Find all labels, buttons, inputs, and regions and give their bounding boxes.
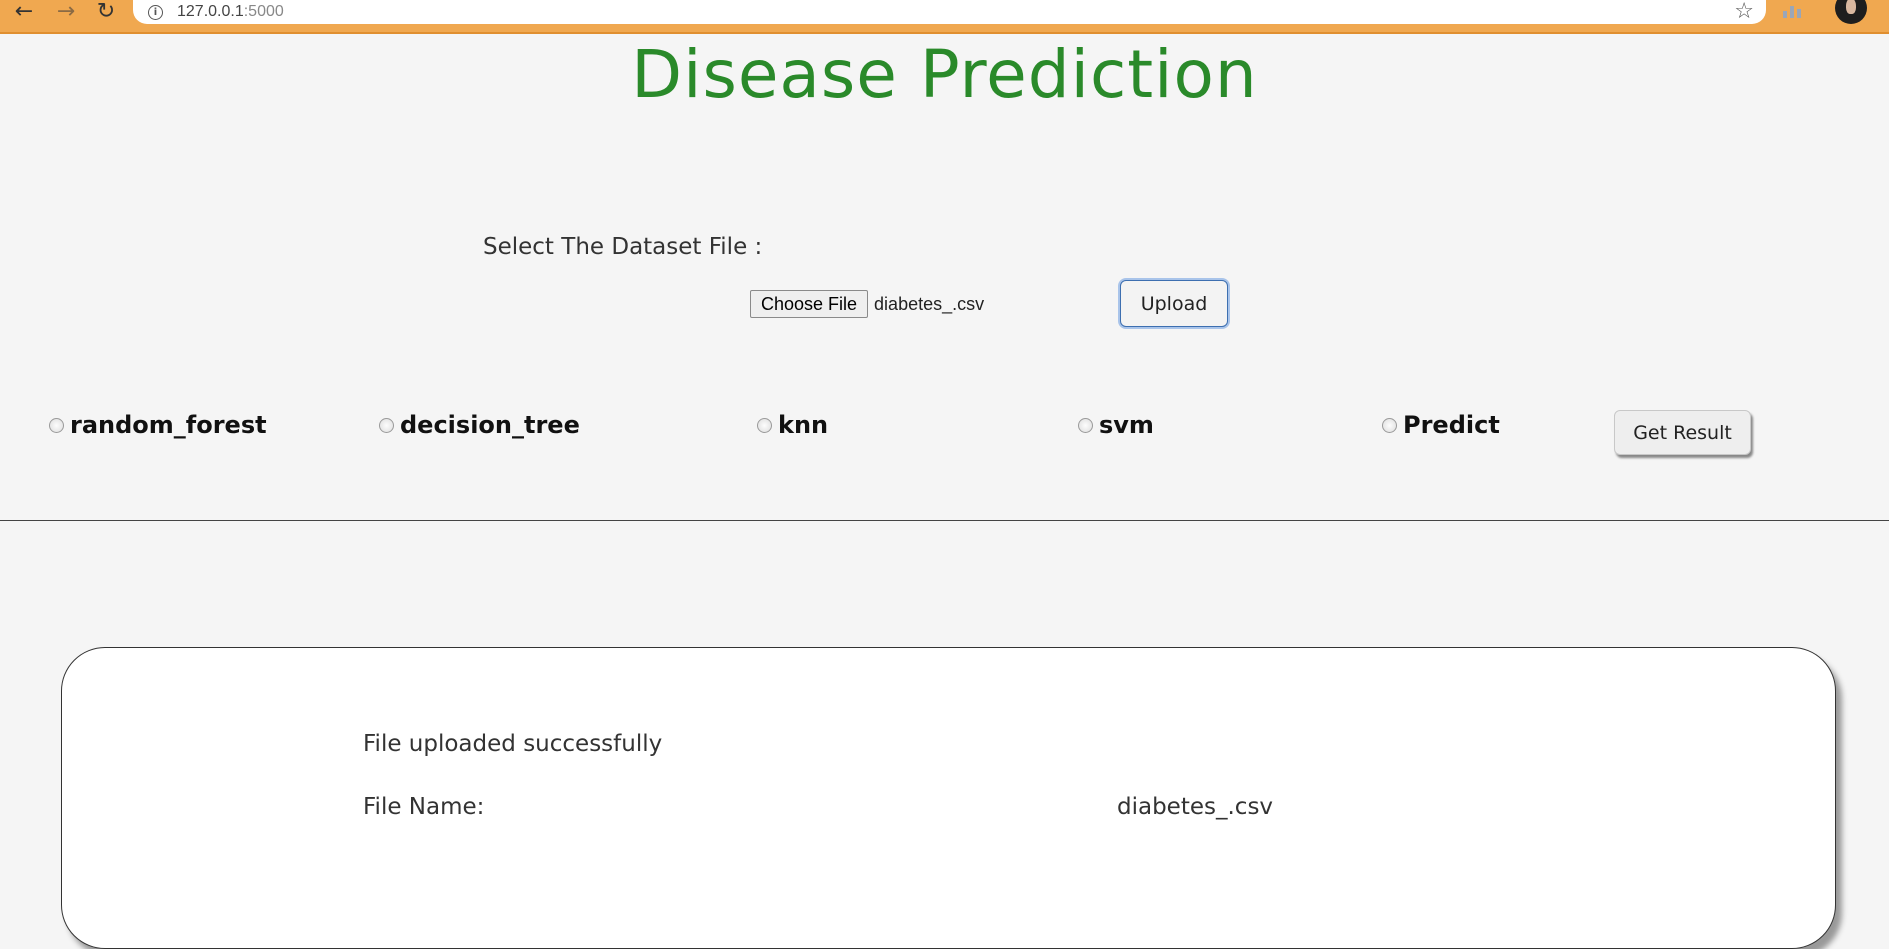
radio-label: svm [1099,411,1154,439]
url-text: 127.0.0.1:5000 [177,3,284,20]
address-bar[interactable]: i 127.0.0.1:5000 ☆ [133,0,1766,24]
radio-button[interactable] [1382,417,1397,433]
get-result-button[interactable]: Get Result [1614,410,1751,455]
section-divider [0,520,1889,521]
file-input: Choose File diabetes_.csv [750,290,984,318]
result-panel [61,647,1836,949]
extension-icon[interactable] [1783,0,1805,18]
file-name-value: diabetes_.csv [1117,794,1274,820]
radio-decision-tree[interactable]: decision_tree [379,411,580,439]
radio-svm[interactable]: svm [1078,411,1154,439]
reload-icon[interactable]: ↻ [94,0,118,24]
radio-label: random_forest [70,411,267,439]
upload-status-message: File uploaded successfully [363,731,663,757]
file-name-label: File Name: [363,794,485,820]
radio-button[interactable] [49,417,64,433]
choose-file-button[interactable]: Choose File [750,290,869,318]
radio-predict[interactable]: Predict [1382,411,1500,439]
radio-button[interactable] [379,417,394,433]
radio-label: knn [778,411,829,439]
radio-knn[interactable]: knn [757,411,828,439]
page-title: Disease Prediction [631,36,1258,113]
info-icon[interactable]: i [148,4,163,20]
selected-file-name: diabetes_.csv [874,293,985,314]
star-icon[interactable]: ☆ [1734,0,1754,24]
radio-random-forest[interactable]: random_forest [49,411,267,439]
browser-toolbar: ← → ↻ i 127.0.0.1:5000 ☆ [0,0,1889,34]
radio-label: Predict [1403,411,1500,439]
upload-button[interactable]: Upload [1120,280,1228,327]
forward-arrow-icon[interactable]: → [54,0,78,24]
radio-button[interactable] [1078,417,1093,433]
select-dataset-label: Select The Dataset File : [483,234,763,260]
avatar[interactable] [1835,0,1867,24]
radio-button[interactable] [757,417,772,433]
radio-label: decision_tree [400,411,580,439]
back-arrow-icon[interactable]: ← [12,0,36,24]
